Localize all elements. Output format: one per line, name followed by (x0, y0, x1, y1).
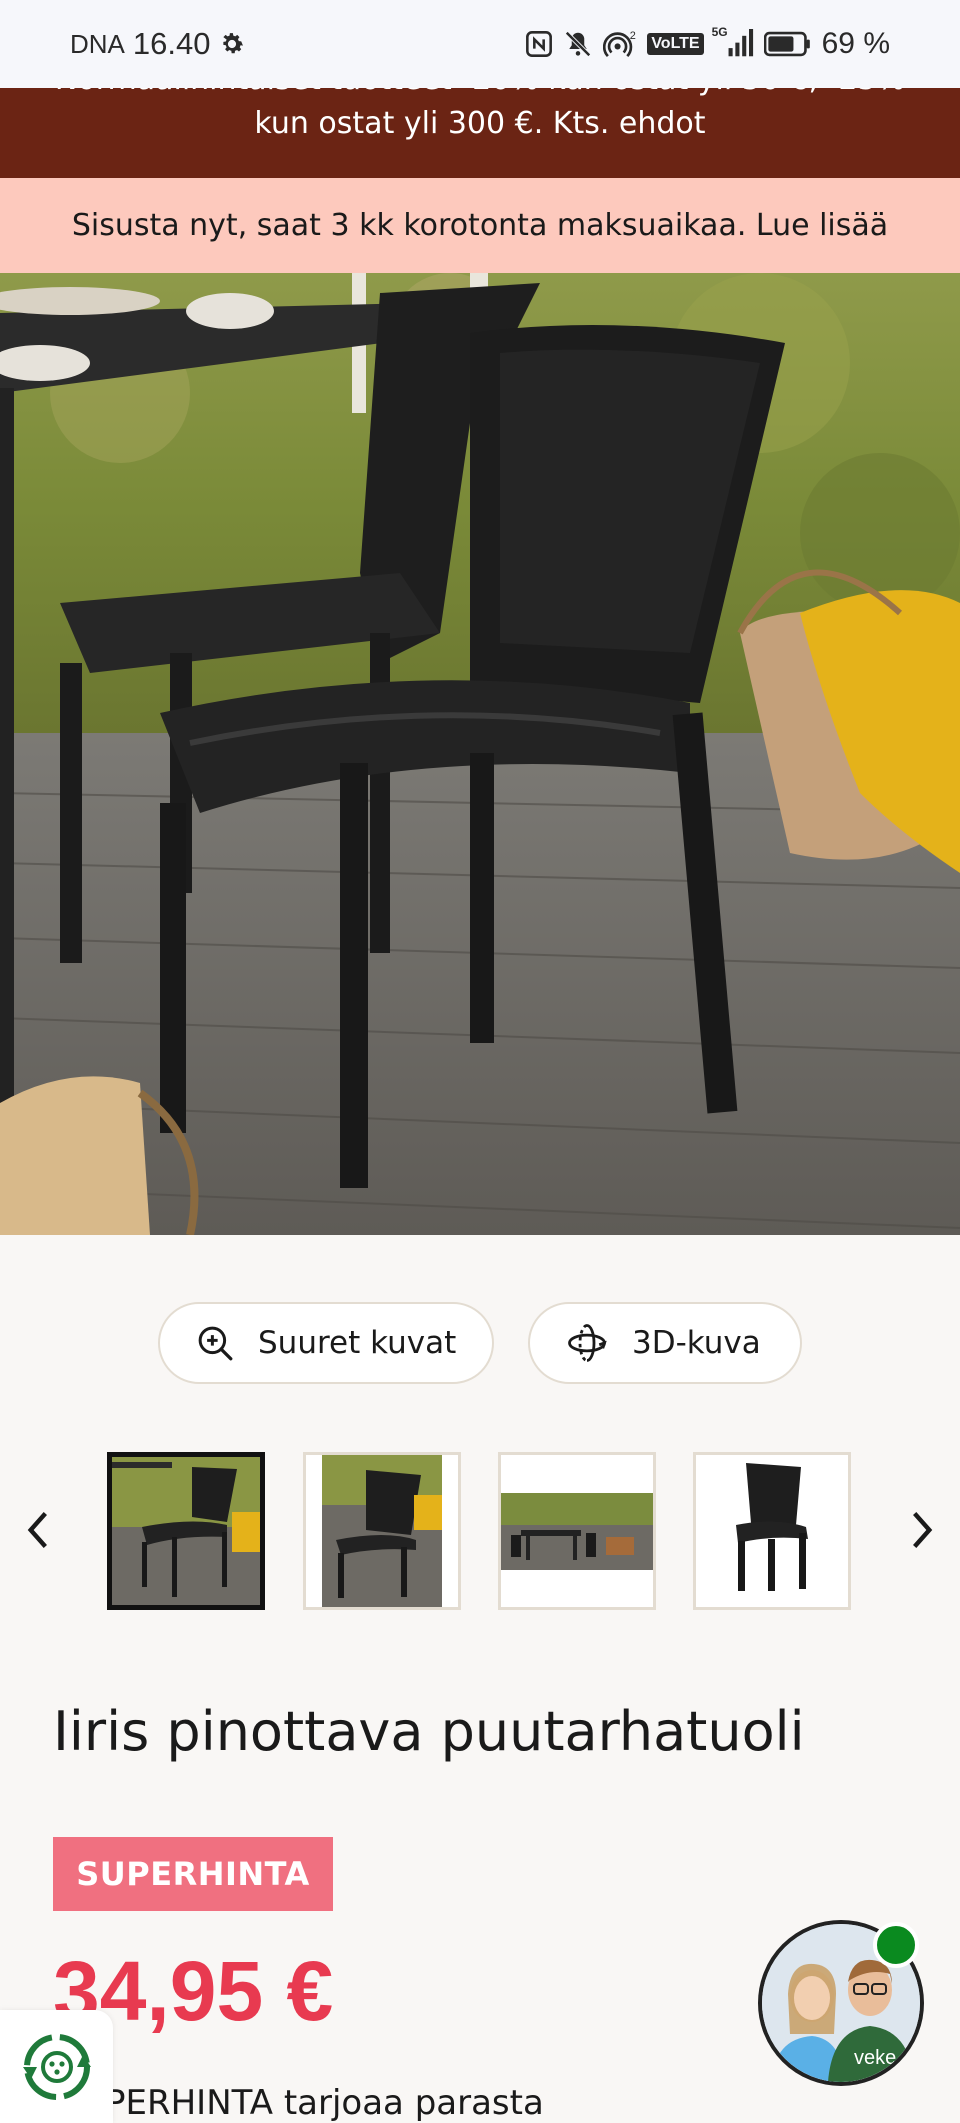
carousel-next-button[interactable] (902, 1500, 942, 1560)
product-description: PERHINTA tarjoaa parasta (105, 2083, 544, 2123)
large-images-button[interactable]: Suuret kuvat (158, 1302, 494, 1384)
discount-line-1: Normaalihintaiset tuotteet -20% kun osta… (0, 88, 960, 102)
settings-icon (218, 30, 246, 58)
carrier-label: DNA (70, 28, 125, 59)
installment-text: Sisusta nyt, saat 3 kk korotonta maksuai… (71, 208, 889, 243)
thumbnail-1[interactable] (107, 1452, 265, 1610)
discount-banner[interactable]: Normaalihintaiset tuotteet -20% kun osta… (0, 88, 960, 178)
hotspot-icon: 2 (603, 29, 637, 59)
signal-icon: 5G (712, 25, 754, 59)
view-3d-label: 3D-kuva (632, 1325, 761, 1361)
discount-line-2: kun ostat yli 300 €. Kts. ehdot (254, 106, 706, 141)
svg-text:2: 2 (630, 30, 636, 42)
mute-icon (563, 29, 593, 59)
chevron-right-icon (913, 1512, 933, 1548)
battery-percent: 69 % (821, 27, 890, 60)
volte-badge: VoLTE (647, 33, 704, 55)
product-main-image[interactable] (0, 273, 960, 1235)
view-3d-button[interactable]: 3D-kuva (528, 1302, 802, 1384)
online-status-indicator (873, 1922, 919, 1968)
rotate-3d-icon (564, 1322, 610, 1364)
network-type-label: 5G (711, 25, 728, 39)
thumbnail-image (501, 1455, 653, 1607)
thumbnail-image (306, 1455, 458, 1607)
large-images-label: Suuret kuvat (258, 1325, 457, 1361)
status-bar: DNA 16.40 2 VoLTE 5G 69 % (0, 0, 960, 88)
sustainability-widget[interactable] (0, 2010, 113, 2123)
superhinta-badge: SUPERHINTA (53, 1837, 333, 1911)
carousel-prev-button[interactable] (18, 1500, 58, 1560)
installment-banner[interactable]: Sisusta nyt, saat 3 kk korotonta maksuai… (0, 178, 960, 273)
thumbnail-image (112, 1457, 260, 1605)
product-title: Iiris pinottava puutarhatuoli (53, 1700, 805, 1763)
nfc-icon (525, 30, 553, 58)
thumbnail-image (696, 1455, 848, 1607)
product-photo (0, 273, 960, 1235)
thumbnail-2[interactable] (303, 1452, 461, 1610)
thumbnail-4[interactable] (693, 1452, 851, 1610)
svg-text:veke: veke (854, 2047, 896, 2069)
zoom-icon (194, 1322, 236, 1364)
volte-label: VoLTE (651, 35, 700, 52)
recycle-icon (22, 2033, 91, 2100)
thumbnail-3[interactable] (498, 1452, 656, 1610)
battery-icon (763, 30, 812, 58)
clock: 16.40 (132, 26, 211, 61)
chevron-left-icon (27, 1512, 47, 1548)
